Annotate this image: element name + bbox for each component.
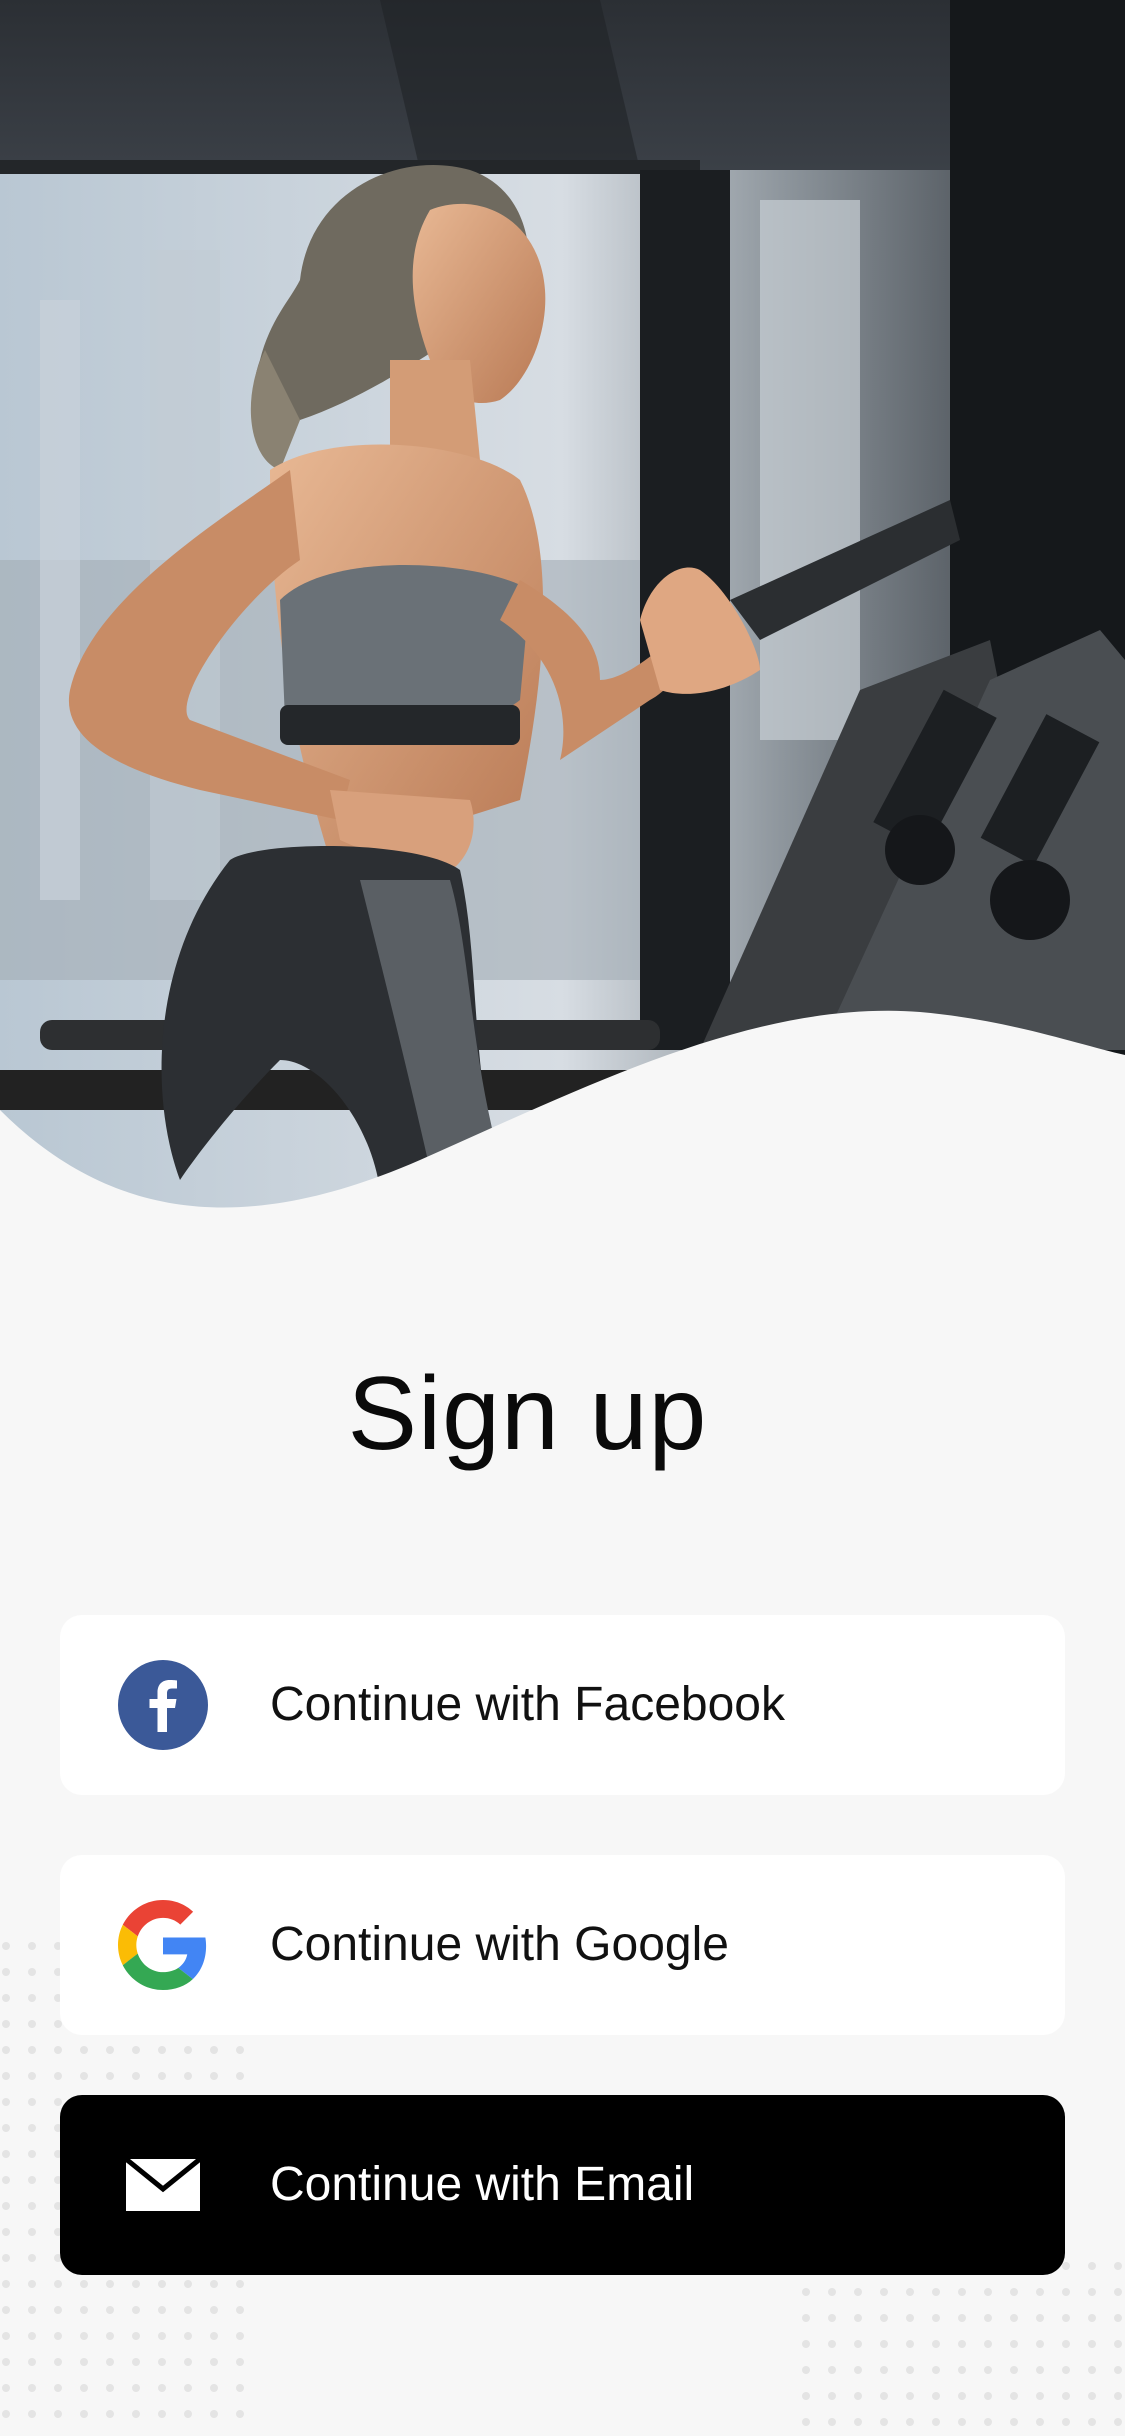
continue-with-facebook-button[interactable]: Continue with Facebook <box>60 1615 1065 1795</box>
page-title: Sign up <box>347 1356 708 1472</box>
google-button-label: Continue with Google <box>270 1918 729 1971</box>
facebook-button-label: Continue with Facebook <box>270 1678 785 1731</box>
email-button-label: Continue with Email <box>270 2158 695 2211</box>
google-icon <box>118 1900 208 1990</box>
hero-image <box>0 0 1125 1220</box>
facebook-icon <box>118 1660 208 1750</box>
continue-with-email-button[interactable]: Continue with Email <box>60 2095 1065 2275</box>
continue-with-google-button[interactable]: Continue with Google <box>60 1855 1065 2035</box>
dot-pattern-right <box>800 2260 1125 2436</box>
envelope-icon <box>118 2140 208 2230</box>
